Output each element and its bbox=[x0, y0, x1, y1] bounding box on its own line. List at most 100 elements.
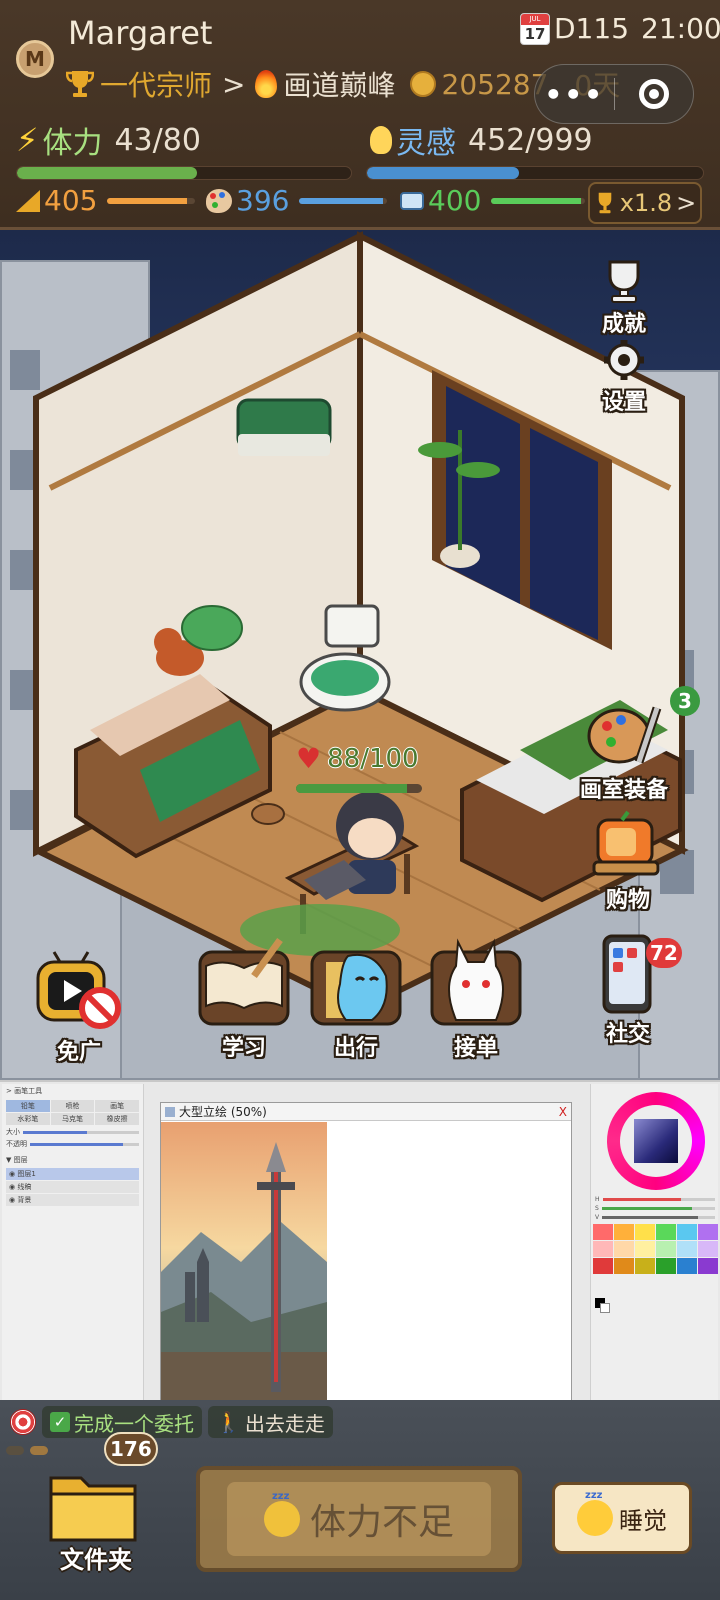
secondary-color[interactable] bbox=[600, 1303, 610, 1313]
color-swatch[interactable] bbox=[677, 1258, 697, 1274]
camera-icon bbox=[400, 191, 424, 210]
multiplier-button[interactable]: x1.8 > bbox=[588, 182, 702, 224]
tool-airbrush[interactable]: 喷枪 bbox=[50, 1100, 95, 1112]
color-swatch[interactable] bbox=[593, 1258, 613, 1274]
opacity-slider[interactable]: 不透明 bbox=[6, 1139, 139, 1149]
studio-gear-button[interactable]: 画室装备 bbox=[580, 696, 668, 804]
color-swatch[interactable] bbox=[635, 1224, 655, 1240]
color-swatch[interactable] bbox=[614, 1241, 634, 1257]
tool-pencil[interactable]: 铅笔 bbox=[6, 1100, 50, 1112]
settings-button[interactable]: 设置 bbox=[600, 338, 648, 416]
close-icon[interactable]: X bbox=[559, 1105, 567, 1119]
document-title: 大型立绘 (50%) bbox=[179, 1105, 267, 1119]
color-swatch[interactable] bbox=[614, 1224, 634, 1240]
color-swatch[interactable] bbox=[656, 1224, 676, 1240]
value-label: V bbox=[595, 1214, 600, 1221]
travel-button[interactable]: 出行 bbox=[306, 936, 406, 1062]
task-label: 出去走走 bbox=[244, 1411, 325, 1436]
stamina-label: ⚡ 体力 43/80 bbox=[16, 118, 201, 162]
tv-no-ads-icon bbox=[36, 951, 121, 1029]
game-scene[interactable]: 成就 设置 画室装备 3 购物 社交 72 ♥ 88/100 免广 学习 出行 … bbox=[0, 230, 720, 1080]
document-window[interactable]: 大型立绘 (50%) X bbox=[160, 1102, 572, 1402]
color-swatch[interactable] bbox=[677, 1241, 697, 1257]
stamina-value: 43/80 bbox=[114, 122, 201, 158]
color-swatch[interactable] bbox=[656, 1258, 676, 1274]
main-action-button[interactable]: 体力不足 bbox=[196, 1466, 522, 1572]
commission-button[interactable]: 接单 bbox=[426, 936, 526, 1062]
ad-free-button[interactable]: 免广 bbox=[34, 950, 124, 1066]
color-swatch[interactable] bbox=[635, 1258, 655, 1274]
color-swatch[interactable] bbox=[656, 1241, 676, 1257]
hue-slider[interactable]: H bbox=[595, 1196, 715, 1203]
saturation-value-square[interactable] bbox=[634, 1119, 678, 1163]
game-time: 21:00 bbox=[641, 12, 720, 45]
more-menu-button[interactable]: ••• bbox=[535, 78, 614, 111]
tool-brush[interactable]: 画笔 bbox=[95, 1100, 139, 1112]
travel-label: 出行 bbox=[333, 1036, 378, 1061]
saturation-slider[interactable]: S bbox=[595, 1205, 715, 1212]
close-miniprogram-button[interactable] bbox=[615, 79, 694, 109]
color-swatch[interactable] bbox=[593, 1224, 613, 1240]
calendar-icon: JUL 17 bbox=[520, 12, 550, 45]
color-swatch[interactable] bbox=[698, 1241, 718, 1257]
sleep-button[interactable]: 睡觉 bbox=[552, 1482, 692, 1554]
status-panel: M Margaret JUL 17 D115 21:00 一代宗师 > 画道巅峰… bbox=[0, 0, 720, 230]
date-time: JUL 17 D115 21:00 bbox=[520, 12, 720, 45]
sleep-label: 睡觉 bbox=[619, 1506, 667, 1535]
main-action-label: 体力不足 bbox=[309, 1502, 454, 1543]
folder-button[interactable]: 文件夹 bbox=[46, 1464, 146, 1584]
layer-item[interactable]: ◉ 线稿 bbox=[6, 1181, 139, 1193]
tool-eraser[interactable]: 橡皮擦 bbox=[95, 1113, 139, 1125]
multiplier-value: x1.8 bbox=[619, 189, 673, 217]
study-button[interactable]: 学习 bbox=[194, 936, 294, 1062]
folder-badge: 176 bbox=[104, 1432, 158, 1466]
value-slider[interactable]: V bbox=[595, 1214, 715, 1221]
target-circle-icon bbox=[638, 79, 669, 109]
studio-gear-badge: 3 bbox=[670, 686, 700, 716]
page-dot bbox=[6, 1446, 24, 1455]
trophy-icon bbox=[608, 260, 640, 303]
shop-tv-icon bbox=[592, 810, 660, 876]
size-slider[interactable]: 大小 bbox=[6, 1127, 139, 1137]
tool-watercolor[interactable]: 水彩笔 bbox=[6, 1113, 50, 1125]
tool-marker[interactable]: 马克笔 bbox=[50, 1113, 95, 1125]
trophy-icon bbox=[598, 192, 612, 214]
commission-label: 接单 bbox=[453, 1036, 498, 1061]
shop-label: 购物 bbox=[605, 888, 650, 913]
avatar[interactable]: M bbox=[16, 40, 54, 78]
ghost-icon bbox=[310, 950, 402, 1026]
stamina-name: 体力 bbox=[42, 126, 103, 161]
layer-item[interactable]: ◉ 图层1 bbox=[6, 1168, 139, 1180]
color-wheel[interactable] bbox=[607, 1092, 705, 1190]
social-label: 社交 bbox=[605, 1022, 650, 1047]
task-row: ✓ 完成一个委托 🚶 出去走走 bbox=[10, 1406, 333, 1438]
color-swatch[interactable] bbox=[677, 1224, 697, 1240]
tools-header: > 画笔工具 bbox=[6, 1087, 43, 1095]
color-swatch[interactable] bbox=[593, 1241, 613, 1257]
color-swatch[interactable] bbox=[698, 1258, 718, 1274]
layers-header: ▼ 图层 bbox=[6, 1156, 28, 1164]
rank-next: 画道巅峰 bbox=[283, 69, 396, 102]
artwork-canvas[interactable] bbox=[161, 1122, 327, 1402]
rank-current: 一代宗师 bbox=[100, 69, 213, 102]
task-chip[interactable]: 🚶 出去走走 bbox=[208, 1406, 333, 1438]
page-dot-active bbox=[30, 1446, 48, 1455]
fire-icon bbox=[255, 70, 278, 98]
brush-tools-panel: > 画笔工具 铅笔 喷枪 画笔 水彩笔 马克笔 橡皮擦 大小 不透明 ▼ 图层 … bbox=[2, 1084, 144, 1402]
game-day: D115 bbox=[554, 12, 630, 45]
attribute-bar bbox=[107, 197, 196, 204]
rank-arrow: > bbox=[222, 67, 246, 101]
achievements-button[interactable]: 成就 bbox=[600, 260, 648, 338]
color-swatch[interactable] bbox=[635, 1241, 655, 1257]
color-swatch[interactable] bbox=[698, 1224, 718, 1240]
inspiration-label: 灵感 452/999 bbox=[370, 118, 593, 162]
saturation-label: S bbox=[595, 1205, 599, 1212]
color-swatch[interactable] bbox=[614, 1258, 634, 1274]
inspiration-bar bbox=[366, 166, 704, 180]
layer-item[interactable]: ◉ 背景 bbox=[6, 1194, 139, 1206]
studio-gear-label: 画室装备 bbox=[580, 778, 669, 803]
opacity-label: 不透明 bbox=[6, 1140, 27, 1148]
shop-button[interactable]: 购物 bbox=[592, 810, 664, 914]
chevron-right-icon: > bbox=[676, 189, 697, 217]
study-label: 学习 bbox=[221, 1036, 266, 1061]
